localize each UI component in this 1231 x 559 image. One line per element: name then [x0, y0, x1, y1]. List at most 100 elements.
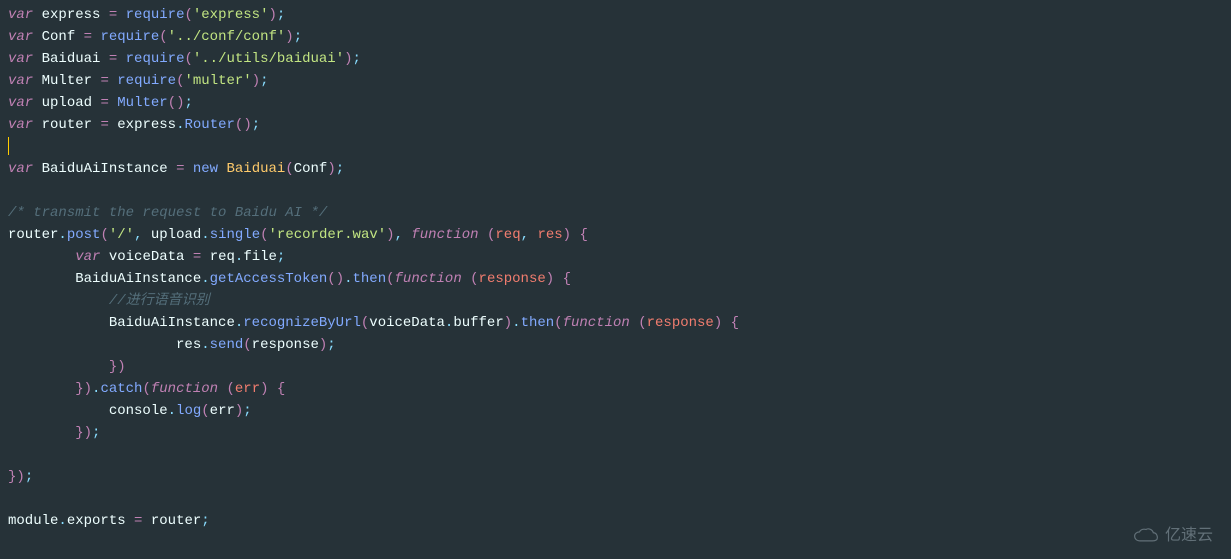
operator: =	[109, 7, 117, 23]
code-line: })	[8, 356, 1223, 378]
semicolon: ;	[201, 513, 209, 529]
semicolon: ;	[277, 249, 285, 265]
code-line: var BaiduAiInstance = new Baiduai(Conf);	[8, 158, 1223, 180]
string: 'multer'	[184, 73, 251, 89]
method: recognizeByUrl	[243, 315, 361, 331]
brace: {	[277, 381, 285, 397]
brace: {	[731, 315, 739, 331]
semicolon: ;	[277, 7, 285, 23]
dot: .	[235, 315, 243, 331]
code-line: });	[8, 422, 1223, 444]
identifier: Conf	[42, 29, 76, 45]
paren: (	[285, 161, 293, 177]
function-call: require	[100, 29, 159, 45]
dot: .	[201, 337, 209, 353]
code-line: /* transmit the request to Baidu AI */	[8, 202, 1223, 224]
brace: {	[579, 227, 587, 243]
semicolon: ;	[25, 469, 33, 485]
string: '../conf/conf'	[168, 29, 286, 45]
parameter: req	[495, 227, 520, 243]
semicolon: ;	[252, 117, 260, 133]
code-line	[8, 444, 1223, 466]
paren: )	[16, 469, 24, 485]
property: exports	[67, 513, 126, 529]
dot: .	[344, 271, 352, 287]
identifier: express	[42, 7, 101, 23]
keyword: function	[411, 227, 478, 243]
paren: )	[327, 161, 335, 177]
code-line: var voiceData = req.file;	[8, 246, 1223, 268]
operator: =	[109, 51, 117, 67]
paren: )	[243, 117, 251, 133]
paren: (	[638, 315, 646, 331]
keyword: function	[151, 381, 218, 397]
code-line: var Baiduai = require('../utils/baiduai'…	[8, 48, 1223, 70]
paren: )	[563, 227, 571, 243]
class-name: Baiduai	[227, 161, 286, 177]
paren: )	[269, 7, 277, 23]
brace: }	[109, 359, 117, 375]
parameter: response	[479, 271, 546, 287]
brace: {	[563, 271, 571, 287]
keyword: var	[75, 249, 100, 265]
property: file	[243, 249, 277, 265]
identifier: module	[8, 513, 58, 529]
semicolon: ;	[243, 403, 251, 419]
method: Router	[184, 117, 234, 133]
keyword: var	[8, 73, 33, 89]
method: catch	[100, 381, 142, 397]
brace: }	[75, 425, 83, 441]
operator: =	[100, 73, 108, 89]
identifier: console	[109, 403, 168, 419]
keyword-new: new	[193, 161, 218, 177]
parameter: response	[647, 315, 714, 331]
code-line: var express = require('express');	[8, 4, 1223, 26]
paren: )	[714, 315, 722, 331]
paren: )	[386, 227, 394, 243]
code-line: var router = express.Router();	[8, 114, 1223, 136]
keyword: function	[395, 271, 462, 287]
identifier: router	[151, 513, 201, 529]
paren: )	[252, 73, 260, 89]
dot: .	[58, 513, 66, 529]
dot: .	[58, 227, 66, 243]
method: single	[210, 227, 260, 243]
identifier: BaiduAiInstance	[75, 271, 201, 287]
paren: )	[285, 29, 293, 45]
identifier: express	[117, 117, 176, 133]
dot: .	[201, 271, 209, 287]
operator: =	[134, 513, 142, 529]
operator: =	[84, 29, 92, 45]
method: send	[210, 337, 244, 353]
paren: (	[226, 381, 234, 397]
dot: .	[512, 315, 520, 331]
code-line: router.post('/', upload.single('recorder…	[8, 224, 1223, 246]
code-line	[8, 180, 1223, 202]
code-line: }).catch(function (err) {	[8, 378, 1223, 400]
operator: =	[193, 249, 201, 265]
watermark: 亿速云	[1133, 525, 1213, 547]
argument: response	[252, 337, 319, 353]
cloud-icon	[1133, 527, 1159, 545]
paren: )	[546, 271, 554, 287]
comma: ,	[395, 227, 403, 243]
keyword: function	[563, 315, 630, 331]
paren: (	[386, 271, 394, 287]
paren: (	[159, 29, 167, 45]
code-line: var upload = Multer();	[8, 92, 1223, 114]
comment: /* transmit the request to Baidu AI */	[8, 205, 327, 221]
keyword: var	[8, 51, 33, 67]
string: 'express'	[193, 7, 269, 23]
code-line: module.exports = router;	[8, 510, 1223, 532]
identifier: voiceData	[369, 315, 445, 331]
method: post	[67, 227, 101, 243]
paren: (	[260, 227, 268, 243]
parameter: err	[235, 381, 260, 397]
semicolon: ;	[353, 51, 361, 67]
paren: )	[260, 381, 268, 397]
operator: =	[100, 95, 108, 111]
keyword: var	[8, 161, 33, 177]
code-editor[interactable]: var express = require('express'); var Co…	[8, 4, 1223, 532]
keyword: var	[8, 95, 33, 111]
code-line: });	[8, 466, 1223, 488]
